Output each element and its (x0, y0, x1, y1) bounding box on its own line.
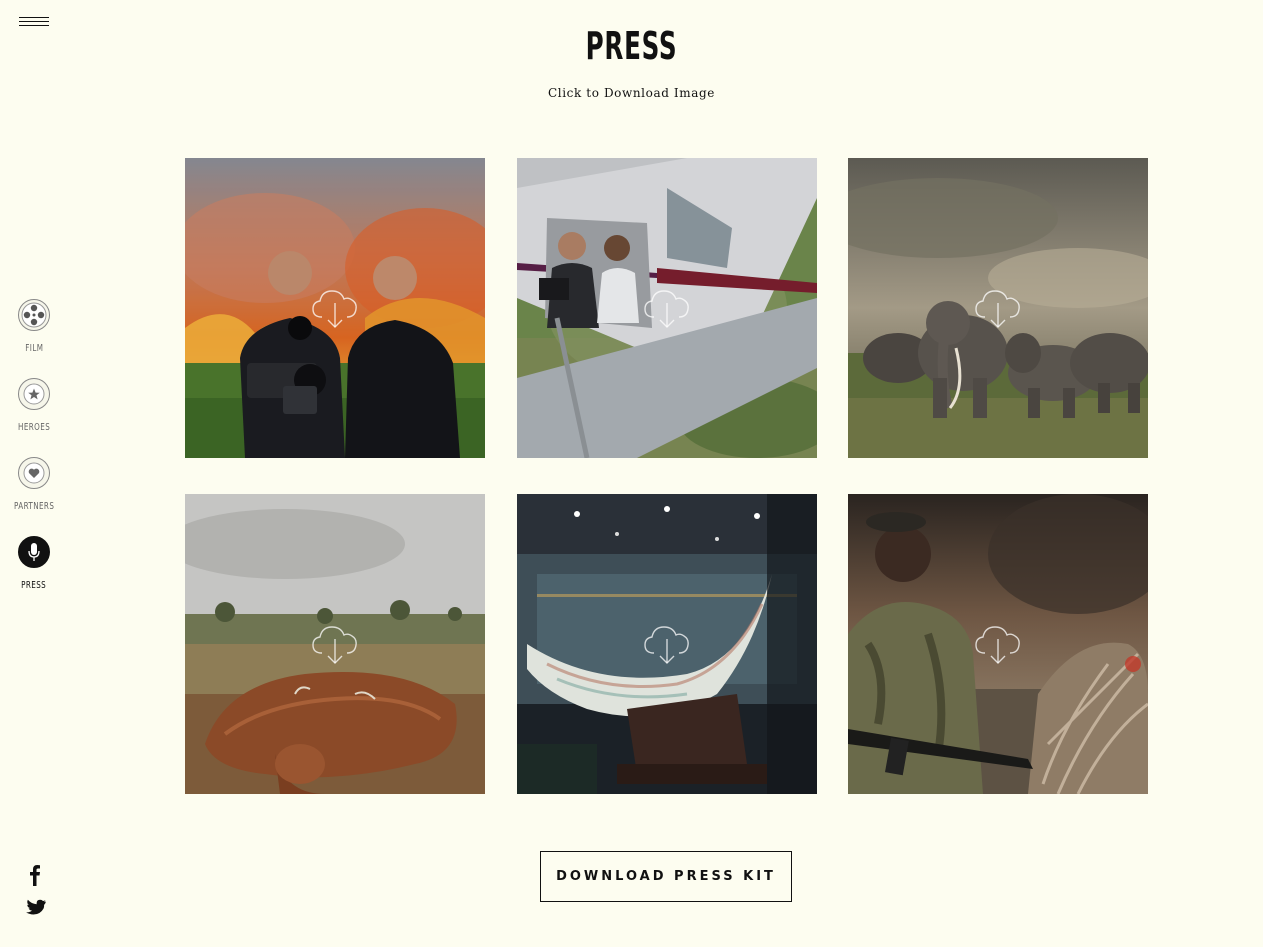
side-nav: FILM HEROES PARTNERS PRESS (0, 299, 68, 615)
cloud-download-icon (975, 626, 1020, 664)
nav-item-partners[interactable]: PARTNERS (0, 457, 68, 536)
film-reel-icon (18, 299, 50, 331)
press-image-ivory-tusk[interactable] (517, 494, 817, 794)
press-image-two-men-fire[interactable] (185, 158, 485, 458)
press-image-elephant-herd[interactable] (848, 158, 1148, 458)
nav-item-heroes[interactable]: HEROES (0, 378, 68, 457)
hamburger-menu-button[interactable] (19, 17, 49, 33)
page-title: PRESS (585, 24, 678, 68)
hamburger-icon-line (19, 25, 49, 26)
nav-item-press[interactable]: PRESS (0, 536, 68, 615)
press-image-dead-elephant[interactable] (185, 494, 485, 794)
press-image-plane-crew[interactable] (517, 158, 817, 458)
download-press-kit-button[interactable]: DOWNLOAD PRESS KIT (540, 851, 792, 902)
star-icon (18, 378, 50, 410)
social-links (22, 862, 48, 930)
heart-icon (18, 457, 50, 489)
cloud-download-icon (312, 290, 357, 328)
nav-label-press: PRESS (21, 580, 47, 591)
cloud-download-icon (312, 626, 357, 664)
nav-item-film[interactable]: FILM (0, 299, 68, 378)
nav-label-heroes: HEROES (17, 422, 51, 433)
twitter-link[interactable] (22, 896, 48, 920)
facebook-icon (30, 865, 40, 886)
hamburger-icon-line (19, 17, 49, 18)
page-subtitle: Click to Download Image (548, 86, 715, 100)
press-image-ranger-ivory[interactable] (848, 494, 1148, 794)
twitter-icon (26, 899, 46, 915)
nav-label-film: FILM (24, 343, 44, 354)
cloud-download-icon (644, 626, 689, 664)
cloud-download-icon (644, 290, 689, 328)
nav-label-partners: PARTNERS (13, 501, 55, 512)
microphone-icon (18, 536, 50, 568)
hamburger-icon-line (19, 21, 49, 22)
cloud-download-icon (975, 290, 1020, 328)
facebook-link[interactable] (22, 862, 48, 886)
